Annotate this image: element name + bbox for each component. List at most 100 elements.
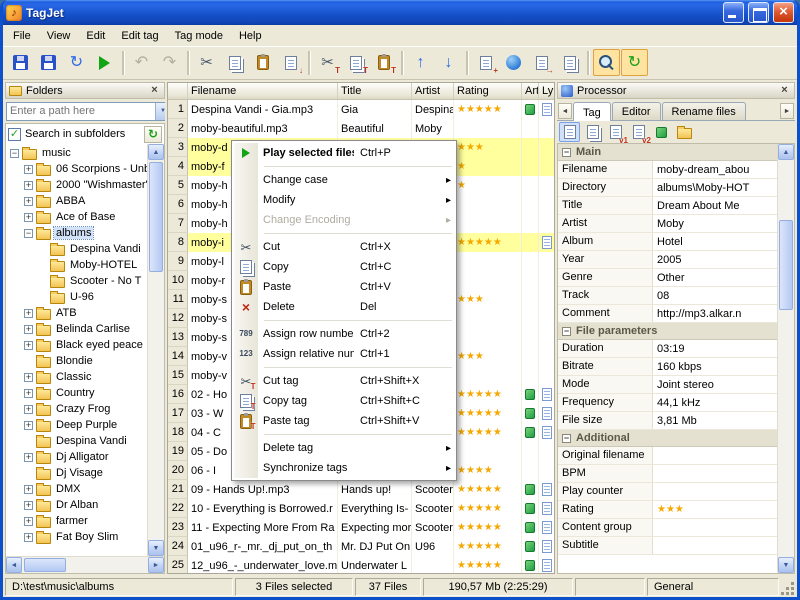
paste-tag-button[interactable]: T (370, 49, 397, 76)
close-button[interactable] (773, 2, 794, 23)
menu-item-copy[interactable]: CopyCtrl+C (234, 257, 454, 277)
expand-toggle-icon[interactable]: + (24, 421, 33, 430)
tab-editor[interactable]: Editor (612, 102, 661, 120)
tree-item[interactable]: +Classic (6, 369, 147, 385)
tree-item[interactable]: +Black eyed peace (6, 337, 147, 353)
refresh-button[interactable]: ↻ (63, 49, 90, 76)
tree-item[interactable]: +2000 "Wishmaster" (6, 177, 147, 193)
field-value[interactable]: 03:19 (653, 340, 777, 357)
section-additional[interactable]: Additional (558, 430, 777, 447)
col-art[interactable]: Art (522, 83, 539, 99)
menu-item-copy-tag[interactable]: TCopy tagCtrl+Shift+C (234, 391, 454, 411)
table-row[interactable]: 2210 - Everything is Borrowed.rEverythin… (168, 499, 554, 518)
expand-toggle-icon[interactable]: + (24, 533, 33, 542)
maximize-button[interactable] (748, 2, 769, 23)
tree-item[interactable]: +ATB (6, 305, 147, 321)
field-value[interactable] (653, 447, 777, 464)
move-up-button[interactable]: ↑ (407, 49, 434, 76)
field-value[interactable]: Other (653, 269, 777, 286)
expand-toggle-icon[interactable]: + (24, 389, 33, 398)
copy-button[interactable] (221, 49, 248, 76)
table-row[interactable]: 1Despina Vandi - Gia.mp3GiaDespina★★★★★ (168, 100, 554, 119)
field-value[interactable]: 44,1 kHz (653, 394, 777, 411)
menu-item-change-case[interactable]: Change case (234, 170, 454, 190)
menu-item-cut-tag[interactable]: ✂TCut tagCtrl+Shift+X (234, 371, 454, 391)
id3v2-button[interactable]: v2 (628, 122, 649, 142)
menu-help[interactable]: Help (231, 27, 270, 45)
tree-item[interactable]: +Dr Alban (6, 497, 147, 513)
menu-item-delete[interactable]: ×DeleteDel (234, 297, 454, 317)
expand-toggle-icon[interactable]: + (24, 197, 33, 206)
tree-horizontal-scrollbar[interactable] (6, 556, 164, 573)
redo-button[interactable]: ↷ (156, 49, 183, 76)
scroll-thumb[interactable] (24, 558, 66, 572)
search-subfolders-checkbox[interactable] (8, 128, 21, 141)
menu-item-paste-tag[interactable]: TPaste tagCtrl+Shift+V (234, 411, 454, 431)
col-rating[interactable]: Rating (454, 83, 522, 99)
paste-button[interactable] (249, 49, 276, 76)
collapse-icon[interactable] (562, 434, 571, 443)
tree-item[interactable]: +ABBA (6, 193, 147, 209)
table-row[interactable]: 2311 - Expecting More From RaExpecting m… (168, 518, 554, 537)
search-button[interactable] (593, 49, 620, 76)
play-button[interactable] (91, 49, 118, 76)
table-row[interactable]: 2moby-beautiful.mp3BeautifulMoby (168, 119, 554, 138)
tab-tag[interactable]: Tag (573, 102, 611, 121)
menu-item-cut[interactable]: ✂CutCtrl+X (234, 237, 454, 257)
tree-item[interactable]: +Crazy Frog (6, 401, 147, 417)
tree-item[interactable]: U-96 (6, 289, 147, 305)
tree-item[interactable]: +DMX (6, 481, 147, 497)
tree-item[interactable]: +06 Scorpions - Unb (6, 161, 147, 177)
expand-toggle-icon[interactable]: + (24, 213, 33, 222)
tree-item[interactable]: +Dj Alligator (6, 449, 147, 465)
section-main[interactable]: Main (558, 144, 777, 161)
expand-toggle-icon[interactable]: + (24, 309, 33, 318)
menu-item-play-selected-files[interactable]: Play selected filesCtrl+P (234, 143, 454, 163)
field-value[interactable]: 3,81 Mb (653, 412, 777, 429)
tree-item[interactable]: Despina Vandi (6, 433, 147, 449)
tree-item[interactable]: +Fat Boy Slim (6, 529, 147, 545)
folders-close-icon[interactable] (148, 84, 161, 97)
expand-toggle-icon[interactable]: + (24, 341, 33, 350)
cut-tag-button[interactable]: ✂T (314, 49, 341, 76)
tree-item[interactable]: Dj Visage (6, 465, 147, 481)
save-button[interactable] (7, 49, 34, 76)
minimize-button[interactable] (723, 2, 744, 23)
report-button[interactable] (556, 49, 583, 76)
tree-item[interactable]: −music (6, 145, 147, 161)
menu-file[interactable]: File (5, 27, 39, 45)
expand-toggle-icon[interactable]: + (24, 501, 33, 510)
album-art-button[interactable] (651, 122, 672, 142)
file-view-button[interactable] (559, 122, 580, 142)
tree-item[interactable]: +Country (6, 385, 147, 401)
scroll-up-icon[interactable] (778, 144, 794, 160)
expand-toggle-icon[interactable]: + (24, 165, 33, 174)
path-input[interactable] (7, 103, 155, 120)
field-value[interactable]: Hotel (653, 233, 777, 250)
menu-edit[interactable]: Edit (78, 27, 113, 45)
processor-close-icon[interactable] (778, 84, 791, 97)
scroll-down-icon[interactable] (778, 557, 794, 573)
scroll-thumb[interactable] (149, 162, 163, 272)
field-value[interactable]: Joint stereo (653, 376, 777, 393)
undo-button[interactable]: ↶ (128, 49, 155, 76)
scroll-left-icon[interactable] (6, 557, 22, 573)
col-filename[interactable]: Filename (188, 83, 338, 99)
field-value[interactable]: 2005 (653, 251, 777, 268)
expand-toggle-icon[interactable]: + (24, 181, 33, 190)
menu-item-delete-tag[interactable]: Delete tag (234, 438, 454, 458)
expand-toggle-icon[interactable]: + (24, 517, 33, 526)
tree-item[interactable]: Blondie (6, 353, 147, 369)
tree-item[interactable]: +Belinda Carlise (6, 321, 147, 337)
field-value[interactable]: Dream About Me (653, 197, 777, 214)
col-lyr[interactable]: Lyr (539, 83, 555, 99)
collapse-icon[interactable] (562, 327, 571, 336)
tab-rename-files[interactable]: Rename files (662, 102, 746, 120)
cut-button[interactable]: ✂ (193, 49, 220, 76)
export-button[interactable]: → (528, 49, 555, 76)
field-value[interactable]: 160 kbps (653, 358, 777, 375)
field-value[interactable]: albums\Moby-HOT (653, 179, 777, 196)
tree-item[interactable]: +farmer (6, 513, 147, 529)
field-value[interactable]: ★★★ (653, 501, 777, 518)
scroll-down-icon[interactable] (148, 540, 164, 556)
